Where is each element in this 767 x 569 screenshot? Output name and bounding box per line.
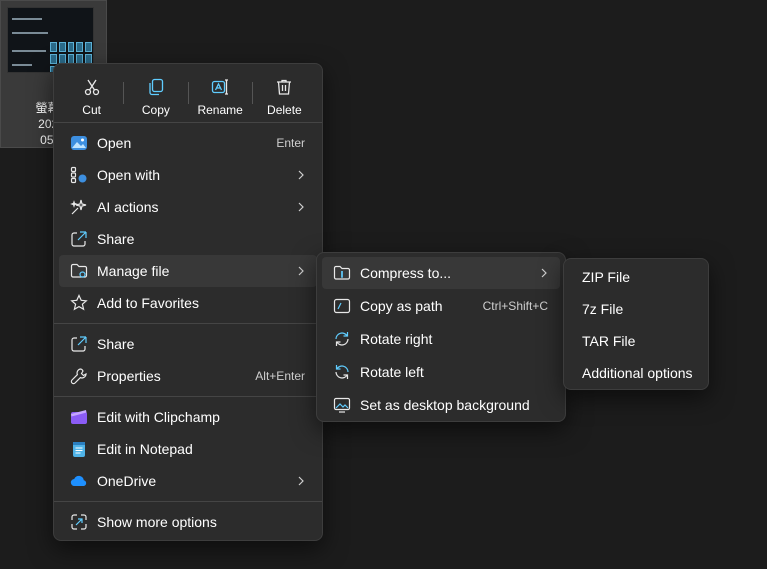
menu-item-show-more-options[interactable]: Show more options xyxy=(59,506,317,538)
open-image-icon xyxy=(69,133,89,153)
menu-item-properties[interactable]: Properties Alt+Enter xyxy=(59,360,317,392)
rename-label: Rename xyxy=(197,103,243,117)
menu-item-add-to-favorites[interactable]: Add to Favorites xyxy=(59,287,317,319)
wrench-icon xyxy=(69,366,89,386)
copy-button[interactable]: Copy xyxy=(124,68,187,122)
menu-item-label: Edit with Clipchamp xyxy=(97,409,220,425)
expand-icon xyxy=(69,512,89,532)
menu-item-label: Open with xyxy=(97,167,161,183)
menu-item-label: Manage file xyxy=(97,263,170,279)
compress-to-submenu: ZIP File 7z File TAR File Additional opt… xyxy=(563,258,709,390)
menu-item-open[interactable]: Open Enter xyxy=(59,127,317,159)
menu-item-label: Edit in Notepad xyxy=(97,441,193,457)
menu-item-compress-to[interactable]: Compress to... xyxy=(322,257,560,289)
menu-item-label: 7z File xyxy=(582,301,624,317)
menu-item-label: TAR File xyxy=(582,333,636,349)
menu-item-manage-file[interactable]: Manage file xyxy=(59,255,317,287)
menu-item-share-2[interactable]: Share xyxy=(59,328,317,360)
manage-file-submenu: Compress to... Copy as path Ctrl+Shift+C… xyxy=(316,252,566,422)
cloud-icon xyxy=(69,471,89,491)
desktop-background-icon xyxy=(332,395,352,415)
menu-item-label: Rotate right xyxy=(360,331,433,347)
menu-item-label: Share xyxy=(97,336,135,352)
manage-file-icon xyxy=(69,261,89,281)
copy-label: Copy xyxy=(141,103,170,117)
rotate-right-icon xyxy=(332,329,352,349)
menu-item-label: Rotate left xyxy=(360,364,424,380)
menu-item-rotate-right[interactable]: Rotate right xyxy=(322,323,560,355)
menu-item-edit-with-clipchamp[interactable]: Edit with Clipchamp xyxy=(59,401,317,433)
open-with-icon xyxy=(69,165,89,185)
menu-item-label: ZIP File xyxy=(582,269,630,285)
shortcut-text: Enter xyxy=(276,136,305,150)
copy-path-icon xyxy=(332,296,352,316)
menu-item-label: Copy as path xyxy=(360,298,443,314)
star-icon xyxy=(69,293,89,313)
shortcut-text: Alt+Enter xyxy=(255,369,305,383)
menu-item-edit-in-notepad[interactable]: Edit in Notepad xyxy=(59,433,317,465)
menu-item-label: Properties xyxy=(97,368,161,384)
rename-button[interactable]: Rename xyxy=(189,68,252,122)
delete-label: Delete xyxy=(267,103,302,117)
scissors-icon xyxy=(82,77,102,97)
menu-item-7z-file[interactable]: 7z File xyxy=(568,293,704,325)
delete-button[interactable]: Delete xyxy=(253,68,316,122)
shortcut-text: Ctrl+Shift+C xyxy=(482,299,548,313)
chevron-right-icon xyxy=(536,265,552,281)
menu-item-label: OneDrive xyxy=(97,473,157,489)
menu-item-zip-file[interactable]: ZIP File xyxy=(568,261,704,293)
cut-label: Cut xyxy=(82,103,101,117)
chevron-right-icon xyxy=(293,167,309,183)
chevron-right-icon xyxy=(293,199,309,215)
menu-item-share[interactable]: Share xyxy=(59,223,317,255)
menu-item-label: Set as desktop background xyxy=(360,397,530,413)
rotate-left-icon xyxy=(332,362,352,382)
chevron-right-icon xyxy=(293,263,309,279)
rename-icon xyxy=(210,77,230,97)
notepad-icon xyxy=(69,439,89,459)
menu-item-label: Share xyxy=(97,231,135,247)
menu-item-label: Additional options xyxy=(582,365,693,381)
trash-icon xyxy=(274,77,294,97)
menu-item-set-as-desktop-background[interactable]: Set as desktop background xyxy=(322,389,560,421)
sparkle-icon xyxy=(69,197,89,217)
context-menu-toolbar: Cut Copy Rename Delete xyxy=(54,64,322,122)
menu-item-label: AI actions xyxy=(97,199,159,215)
menu-item-tar-file[interactable]: TAR File xyxy=(568,325,704,357)
menu-item-copy-as-path[interactable]: Copy as path Ctrl+Shift+C xyxy=(322,290,560,322)
compress-icon xyxy=(332,263,352,283)
menu-item-ai-actions[interactable]: AI actions xyxy=(59,191,317,223)
chevron-right-icon xyxy=(293,473,309,489)
menu-item-rotate-left[interactable]: Rotate left xyxy=(322,356,560,388)
menu-item-onedrive[interactable]: OneDrive xyxy=(59,465,317,497)
clipchamp-icon xyxy=(69,407,89,427)
menu-item-label: Open xyxy=(97,135,132,151)
menu-item-label: Add to Favorites xyxy=(97,295,199,311)
context-menu: Cut Copy Rename Delete Open Enter Open w… xyxy=(53,63,323,541)
menu-item-open-with[interactable]: Open with xyxy=(59,159,317,191)
menu-item-label: Compress to... xyxy=(360,265,452,281)
copy-icon xyxy=(146,77,166,97)
menu-item-label: Show more options xyxy=(97,514,217,530)
cut-button[interactable]: Cut xyxy=(60,68,123,122)
share-icon xyxy=(69,229,89,249)
menu-item-additional-options[interactable]: Additional options xyxy=(568,357,704,389)
share-icon xyxy=(69,334,89,354)
